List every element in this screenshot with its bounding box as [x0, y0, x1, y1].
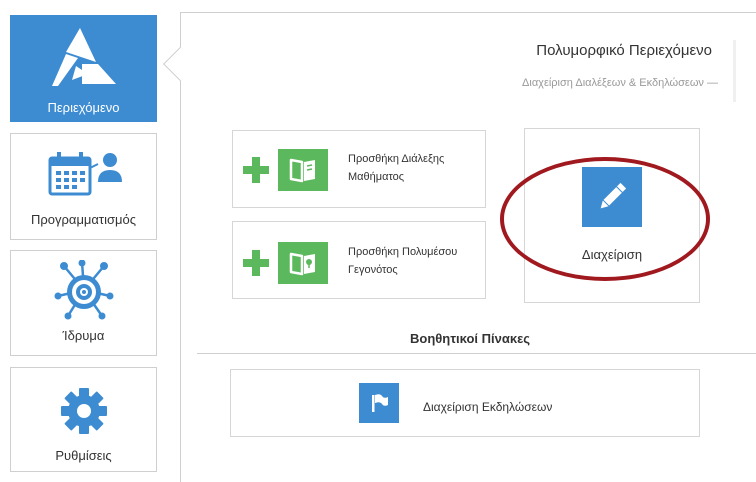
book-icon — [278, 149, 328, 191]
sidebar-item-settings[interactable]: Ρυθμίσεις — [10, 367, 157, 472]
section-divider — [197, 353, 756, 354]
calendar-user-icon — [44, 148, 124, 198]
sidebar-item-label: Ίδρυμα — [62, 328, 105, 343]
page-title: Πολυμορφικό Περιεχόμενο — [536, 42, 712, 59]
add-lecture-label: Προσθήκη Διάλεξης Μαθήματος — [348, 153, 445, 183]
manage-events-button[interactable]: Διαχείριση Εκδηλώσεων — [230, 369, 700, 437]
map-book-icon — [278, 242, 328, 284]
add-lecture-button[interactable]: Προσθήκη Διάλεξης Μαθήματος — [232, 130, 486, 208]
highlight-annotation — [500, 157, 710, 281]
add-event-label: Προσθήκη Πολυμέσου Γεγονότος — [348, 246, 458, 276]
sidebar-item-label: Ρυθμίσεις — [55, 448, 112, 463]
plus-icon — [243, 157, 269, 183]
sidebar-item-label: Προγραμματισμός — [31, 212, 136, 227]
header-accent-bar — [733, 40, 736, 102]
add-event-button[interactable]: Προσθήκη Πολυμέσου Γεγονότος — [232, 221, 486, 299]
content-logo-icon — [49, 26, 119, 88]
flag-icon — [359, 383, 399, 423]
manage-events-label: Διαχείριση Εκδηλώσεων — [423, 400, 553, 414]
aux-tables-title: Βοηθητικοί Πίνακες — [410, 331, 531, 346]
sidebar-item-content[interactable]: Περιεχόμενο — [10, 15, 157, 122]
plus-icon — [243, 250, 269, 276]
sidebar-item-institution[interactable]: Ίδρυμα — [10, 250, 157, 356]
institution-network-icon — [54, 260, 114, 320]
sidebar-item-label: Περιεχόμενο — [47, 100, 120, 115]
sidebar-item-scheduling[interactable]: Προγραμματισμός — [10, 133, 157, 240]
gear-icon — [59, 386, 109, 436]
page-subtitle: Διαχείριση Διαλέξεων & Εκδηλώσεων — — [522, 77, 718, 89]
